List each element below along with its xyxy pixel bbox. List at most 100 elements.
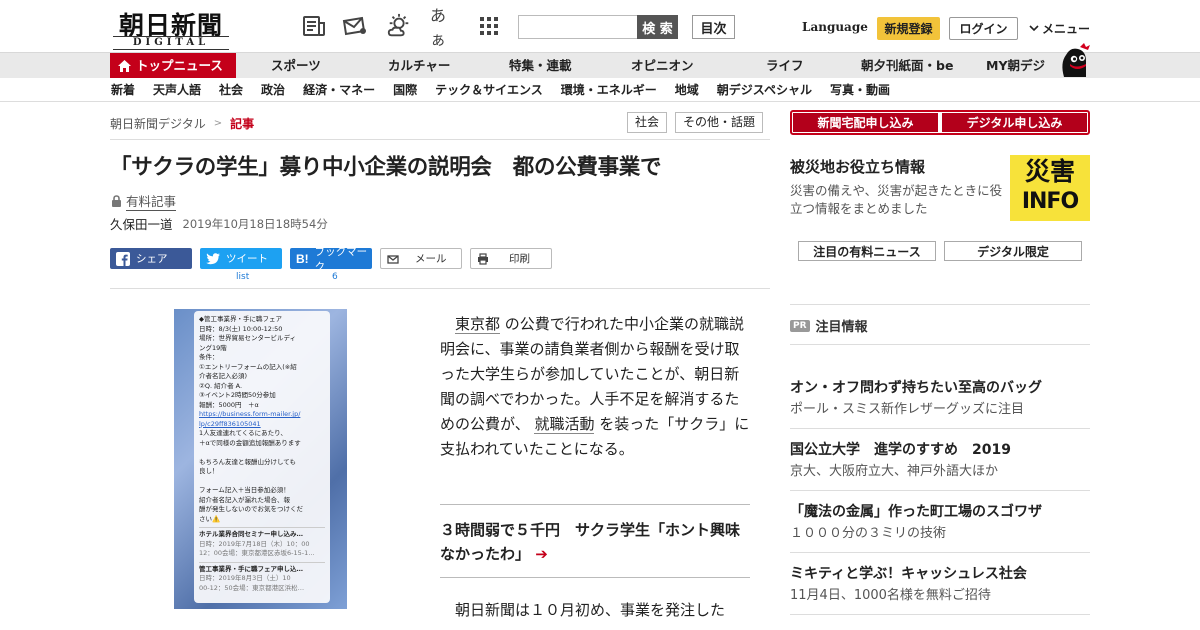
nav-photo-video[interactable]: 写真・動画	[830, 78, 890, 102]
nav-politics[interactable]: 政治	[261, 78, 285, 102]
nav-tensei-jingo[interactable]: 天声人語	[153, 78, 201, 102]
toc-button[interactable]: 目次	[692, 15, 735, 39]
disaster-info-desc: 災害の備えや、災害が起きたときに役立つ情報をまとめました	[790, 183, 1003, 216]
tag-society[interactable]: 社会	[627, 112, 668, 133]
hatena-icon: B!	[296, 251, 309, 266]
nav-my-asahi[interactable]: MY朝デジ	[986, 53, 1045, 79]
pr-item[interactable]: 国公立大学 進学のすすめ 2019 京大、大阪府立大、神戸外語大ほか	[790, 440, 1090, 482]
disaster-badge-kanji: 災害	[1024, 157, 1075, 186]
secondary-nav: 新着 天声人語 社会 政治 経済・マネー 国際 テック＆サイエンス 環境・エネル…	[0, 78, 1200, 102]
keyword-link[interactable]: 東京都	[455, 315, 501, 334]
nav-culture[interactable]: カルチャー	[388, 53, 450, 79]
pr-section-header: PR 注目情報	[790, 316, 868, 335]
photo-line: 日時：8/3(土) 10:00-12:50	[199, 324, 283, 333]
breadcrumb: 朝日新聞デジタル > 記事	[110, 115, 254, 132]
menu-button[interactable]: メニュー	[1029, 20, 1090, 37]
hatena-count[interactable]: 6	[332, 272, 338, 282]
pr-item-title: ミキティと学ぶ！キャッシュレス社会	[790, 566, 1027, 582]
card-line: 日時：2019年8月3日（土）10	[199, 574, 291, 582]
subscribe-box: 新聞宅配申し込み デジタル申し込み	[790, 110, 1090, 135]
nav-environment[interactable]: 環境・エネルギー	[561, 78, 657, 102]
phone-card: 管工事業界・手に職フェア申し込… 日時：2019年8月3日（土）10 00-12…	[199, 561, 325, 594]
mail-icon[interactable]	[342, 14, 368, 38]
nav-special[interactable]: 朝デジスペシャル	[717, 78, 812, 102]
body-paragraph: 朝日新聞は１０月初め、事業を発注した	[440, 601, 726, 619]
pr-badge: PR	[790, 319, 810, 332]
mail-small-icon	[387, 254, 399, 264]
pr-section-title: 注目情報	[815, 320, 868, 335]
article-photo[interactable]: ◆管工事業界・手に職フェア 日時：8/3(土) 10:00-12:50 場所：世…	[174, 309, 347, 609]
nav-sports[interactable]: スポーツ	[271, 53, 321, 79]
tag-other[interactable]: その他・話題	[675, 112, 764, 133]
photo-line: 紹介者名記入が漏れた場合、報	[199, 495, 290, 504]
paid-article-label: 有料記事	[111, 191, 177, 211]
disaster-badge-en: INFO	[1021, 189, 1079, 214]
nav-top-news[interactable]: トップニュース	[110, 53, 236, 79]
pr-item-desc: 京大、大阪府立大、神戸外語大ほか	[790, 464, 999, 479]
pr-item[interactable]: オン・オフ問わず持ちたい至高のバッグ ポール・スミス新作レザーグッズに注目	[790, 378, 1090, 420]
nav-society[interactable]: 社会	[219, 78, 243, 102]
divider	[790, 304, 1090, 305]
twitter-icon	[206, 252, 220, 264]
subscribe-digital-button[interactable]: デジタル申し込み	[942, 113, 1087, 132]
search-button[interactable]: 検 索	[637, 15, 678, 39]
disaster-info-banner[interactable]: 災害 INFO	[1010, 155, 1090, 221]
disaster-info-title[interactable]: 被災地お役立ち情報	[790, 156, 925, 177]
print-button[interactable]: 印刷	[470, 248, 552, 269]
photo-line	[199, 448, 325, 458]
nav-latest[interactable]: 新着	[111, 78, 135, 102]
card-title: 管工事業界・手に職フェア申し込…	[199, 564, 303, 573]
article-body: 東京都 の公費で行われた中小企業の就職説明会に、事業の請負業者側から報酬を受け取…	[440, 312, 750, 462]
search-input[interactable]	[518, 15, 638, 39]
photo-line: ①エントリーフォームの記入(※紹	[199, 362, 297, 371]
share-hatena-button[interactable]: B! ブックマーク	[290, 246, 372, 273]
share-twitter-button[interactable]: ツイート	[200, 248, 282, 269]
byline: 久保田一道 2019年10月18日18時54分	[110, 214, 328, 233]
share-mail-button[interactable]: メール	[380, 248, 462, 269]
nav-opinion[interactable]: オピニオン	[631, 53, 694, 79]
pr-item[interactable]: 「魔法の金属」作った町工場のスゴワザ １０００分の３ミリの技術	[790, 502, 1090, 544]
facebook-icon	[116, 251, 130, 266]
nav-print-edition[interactable]: 朝夕刊紙面・be	[861, 53, 953, 79]
font-size-icon[interactable]: あぁ	[430, 6, 456, 49]
breadcrumb-current: 記事	[230, 117, 255, 131]
pr-item-desc: １０００分の３ミリの技術	[790, 526, 947, 541]
grid-icon[interactable]	[476, 14, 502, 38]
nav-tech-science[interactable]: テック＆サイエンス	[435, 78, 543, 102]
share-facebook-button[interactable]: シェア	[110, 248, 192, 269]
nav-top-news-label: トップニュース	[136, 58, 223, 73]
tab-digital-only[interactable]: デジタル限定	[944, 241, 1082, 261]
twitter-count[interactable]: list	[236, 272, 249, 282]
photo-line: 酬が発生しないのでお気をつけくだ	[199, 505, 303, 513]
share-twitter-label: ツイート	[226, 253, 268, 265]
photo-line: ＋αで同様の金額追加報酬あります	[199, 438, 301, 447]
pr-item[interactable]: ミキティと学ぶ！キャッシュレス社会 11月4日、1000名様を無料ご招待	[790, 564, 1090, 606]
related-article-link[interactable]: ３時間弱で５千円 サクラ学生「ホント興味なかったわ」 ➔	[440, 518, 750, 566]
primary-nav: トップニュース スポーツ カルチャー 特集・連載 オピニオン ライフ 朝夕刊紙面…	[0, 52, 1200, 79]
register-button[interactable]: 新規登録	[877, 17, 940, 40]
nav-features[interactable]: 特集・連載	[509, 53, 572, 79]
share-mail-label: メール	[415, 253, 447, 265]
nav-life[interactable]: ライフ	[766, 53, 804, 79]
photo-line: 条件：	[199, 353, 219, 361]
chevron-down-icon	[1029, 25, 1039, 32]
photo-line: 介者名記入必須)	[199, 372, 248, 380]
nav-regional[interactable]: 地域	[675, 78, 699, 102]
photo-line: 良し！	[199, 467, 219, 475]
paper-icon[interactable]	[301, 14, 327, 38]
lock-icon	[112, 195, 121, 207]
subscribe-paper-button[interactable]: 新聞宅配申し込み	[793, 113, 938, 132]
keyword-link[interactable]: 就職活動	[534, 415, 595, 434]
nav-economy[interactable]: 経済・マネー	[303, 78, 375, 102]
article-title: 「サクラの学生」募り中小企業の説明会 都の公費事業で	[110, 155, 662, 180]
site-logo[interactable]: 朝日新聞 DIGITAL	[113, 6, 231, 50]
weather-icon[interactable]	[386, 13, 412, 38]
tab-paid-news[interactable]: 注目の有料ニュース	[798, 241, 936, 261]
nav-international[interactable]: 国際	[393, 78, 417, 102]
breadcrumb-home[interactable]: 朝日新聞デジタル	[110, 115, 206, 132]
divider	[440, 504, 750, 505]
login-button[interactable]: ログイン	[949, 17, 1018, 40]
phone-card: ホテル業界合同セミナー申し込み… 日時：2019年7月18日（木）10：00 1…	[199, 527, 325, 559]
divider	[790, 490, 1090, 491]
language-link[interactable]: Language	[802, 20, 868, 34]
